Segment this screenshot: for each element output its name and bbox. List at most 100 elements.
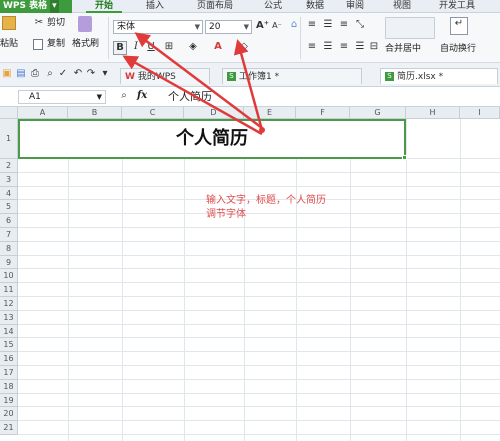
- row-header-3[interactable]: 3: [0, 172, 18, 187]
- spell-check-icon[interactable]: ✓: [58, 68, 68, 80]
- undo-icon[interactable]: ↶: [73, 68, 83, 80]
- row-header-11[interactable]: 11: [0, 283, 18, 297]
- row-header-12[interactable]: 12: [0, 297, 18, 311]
- grid-row-line: [18, 378, 500, 380]
- decrease-font-icon[interactable]: A⁻: [271, 20, 283, 32]
- row-header-14[interactable]: 14: [0, 324, 18, 339]
- cut-button[interactable]: 剪切: [47, 17, 65, 29]
- row-header-9[interactable]: 9: [0, 255, 18, 270]
- column-header-f[interactable]: F: [296, 107, 350, 119]
- menu-tab-review[interactable]: 审阅: [340, 0, 370, 13]
- merge-center-icon[interactable]: [385, 17, 435, 39]
- font-size-select[interactable]: 20 ▼: [205, 20, 252, 34]
- row-header-21[interactable]: 21: [0, 421, 18, 435]
- align-top-icon[interactable]: ≡: [306, 19, 318, 31]
- print-icon[interactable]: ⎙: [30, 68, 40, 80]
- doc-tab-workbook1[interactable]: S 工作簿1 *: [222, 68, 362, 84]
- chevron-down-icon[interactable]: ▼: [195, 21, 200, 33]
- column-header-d[interactable]: D: [184, 107, 244, 119]
- justify-icon[interactable]: ☰: [354, 41, 366, 53]
- row-header-17[interactable]: 17: [0, 366, 18, 380]
- copy-button[interactable]: 复制: [47, 38, 65, 50]
- align-right-icon[interactable]: ≡: [338, 41, 350, 53]
- row-header-8[interactable]: 8: [0, 241, 18, 256]
- menu-tab-formulas[interactable]: 公式: [258, 0, 288, 13]
- borders-icon[interactable]: ⊞: [163, 41, 175, 53]
- format-painter-icon[interactable]: [78, 16, 92, 32]
- row-header-16[interactable]: 16: [0, 352, 18, 366]
- name-box-value: A1: [29, 92, 41, 102]
- customize-chevron-icon[interactable]: ▾: [100, 68, 110, 80]
- column-header-c[interactable]: C: [122, 107, 184, 119]
- chevron-down-icon[interactable]: ▼: [244, 21, 249, 33]
- grid-row-line: [18, 337, 500, 339]
- cell-a1-title[interactable]: 个人简历: [18, 119, 406, 159]
- doc-tab-resume[interactable]: S 简历.xlsx *: [380, 68, 498, 84]
- align-middle-icon[interactable]: ☰: [322, 19, 334, 31]
- underline-button[interactable]: U: [145, 41, 157, 53]
- name-box[interactable]: A1 ▼: [18, 90, 106, 104]
- paste-icon[interactable]: [2, 16, 16, 30]
- zoom-icon[interactable]: ⌕: [118, 90, 130, 102]
- clear-format-icon[interactable]: ⌂: [288, 19, 300, 31]
- fill-handle[interactable]: [402, 155, 407, 160]
- wrap-text-icon[interactable]: ↵: [450, 17, 468, 35]
- format-painter-button[interactable]: 格式刷: [72, 38, 99, 50]
- bold-button[interactable]: B: [113, 41, 127, 55]
- copy-icon[interactable]: [33, 39, 43, 50]
- chevron-down-icon[interactable]: ▼: [97, 91, 102, 104]
- menu-tab-view[interactable]: 视图: [387, 0, 417, 13]
- column-header-g[interactable]: G: [350, 107, 406, 119]
- scissors-icon[interactable]: ✂: [33, 17, 45, 29]
- menu-tab-developer[interactable]: 开发工具: [432, 0, 482, 13]
- align-bottom-icon[interactable]: ≡: [338, 19, 350, 31]
- annotation-text: 输入文字，标题，个人简历 调节字体: [206, 194, 396, 222]
- row-header-6[interactable]: 6: [0, 214, 18, 228]
- fill-color-icon[interactable]: ◈: [187, 41, 199, 53]
- save-icon[interactable]: ▤: [16, 68, 26, 80]
- row-header-13[interactable]: 13: [0, 310, 18, 325]
- align-center-icon[interactable]: ☰: [322, 41, 334, 53]
- column-header-a[interactable]: A: [18, 107, 68, 119]
- row-header-5[interactable]: 5: [0, 200, 18, 215]
- menu-tab-data[interactable]: 数据: [300, 0, 330, 13]
- orientation-icon[interactable]: ⤡: [354, 19, 366, 31]
- row-header-1[interactable]: 1: [0, 119, 18, 159]
- row-header-4[interactable]: 4: [0, 186, 18, 201]
- menu-tab-page-layout[interactable]: 页面布局: [190, 0, 240, 13]
- align-left-icon[interactable]: ≡: [306, 41, 318, 53]
- redo-icon[interactable]: ↷: [86, 68, 96, 80]
- doc-tab-my-wps[interactable]: W 我的WPS: [120, 68, 210, 84]
- grid-row-line: [18, 240, 500, 242]
- font-name-select[interactable]: 宋体 ▼: [113, 20, 203, 34]
- select-all-corner[interactable]: [0, 107, 18, 119]
- merge-center-button[interactable]: 合并居中: [385, 43, 421, 55]
- print-preview-icon[interactable]: ⌕: [45, 68, 55, 80]
- formula-input[interactable]: 个人简历: [162, 89, 492, 105]
- column-header-e[interactable]: E: [244, 107, 296, 119]
- row-header-15[interactable]: 15: [0, 338, 18, 353]
- more-font-options-icon[interactable]: ◇: [238, 41, 250, 53]
- font-color-icon[interactable]: A: [212, 41, 224, 53]
- column-header-h[interactable]: H: [406, 107, 460, 119]
- row-header-20[interactable]: 20: [0, 407, 18, 422]
- row-header-2[interactable]: 2: [0, 159, 18, 173]
- row-header-19[interactable]: 19: [0, 393, 18, 408]
- row-header-18[interactable]: 18: [0, 379, 18, 394]
- column-header-i[interactable]: I: [460, 107, 500, 119]
- open-folder-icon[interactable]: ▣: [2, 68, 12, 80]
- column-header-b[interactable]: B: [68, 107, 122, 119]
- distribute-icon[interactable]: ⊟: [368, 41, 380, 53]
- font-size-value: 20: [209, 22, 221, 32]
- wrap-text-button[interactable]: 自动换行: [440, 43, 476, 55]
- spreadsheet-grid: ABCDEFGHI 1 2 3 4 5 6 7 8 9 10 11 12 13 14 15 16 17 18 19 2…: [0, 107, 500, 441]
- menu-tab-insert[interactable]: 插入: [140, 0, 170, 13]
- row-header-10[interactable]: 10: [0, 269, 18, 284]
- app-logo-button[interactable]: WPS 表格 ▾: [0, 0, 72, 13]
- row-header-7[interactable]: 7: [0, 228, 18, 242]
- paste-button[interactable]: 粘贴: [0, 38, 18, 50]
- chevron-down-icon[interactable]: ▾: [50, 0, 59, 13]
- function-button[interactable]: fx: [137, 90, 147, 101]
- italic-button[interactable]: I: [130, 41, 142, 53]
- increase-font-icon[interactable]: A⁺: [256, 20, 269, 32]
